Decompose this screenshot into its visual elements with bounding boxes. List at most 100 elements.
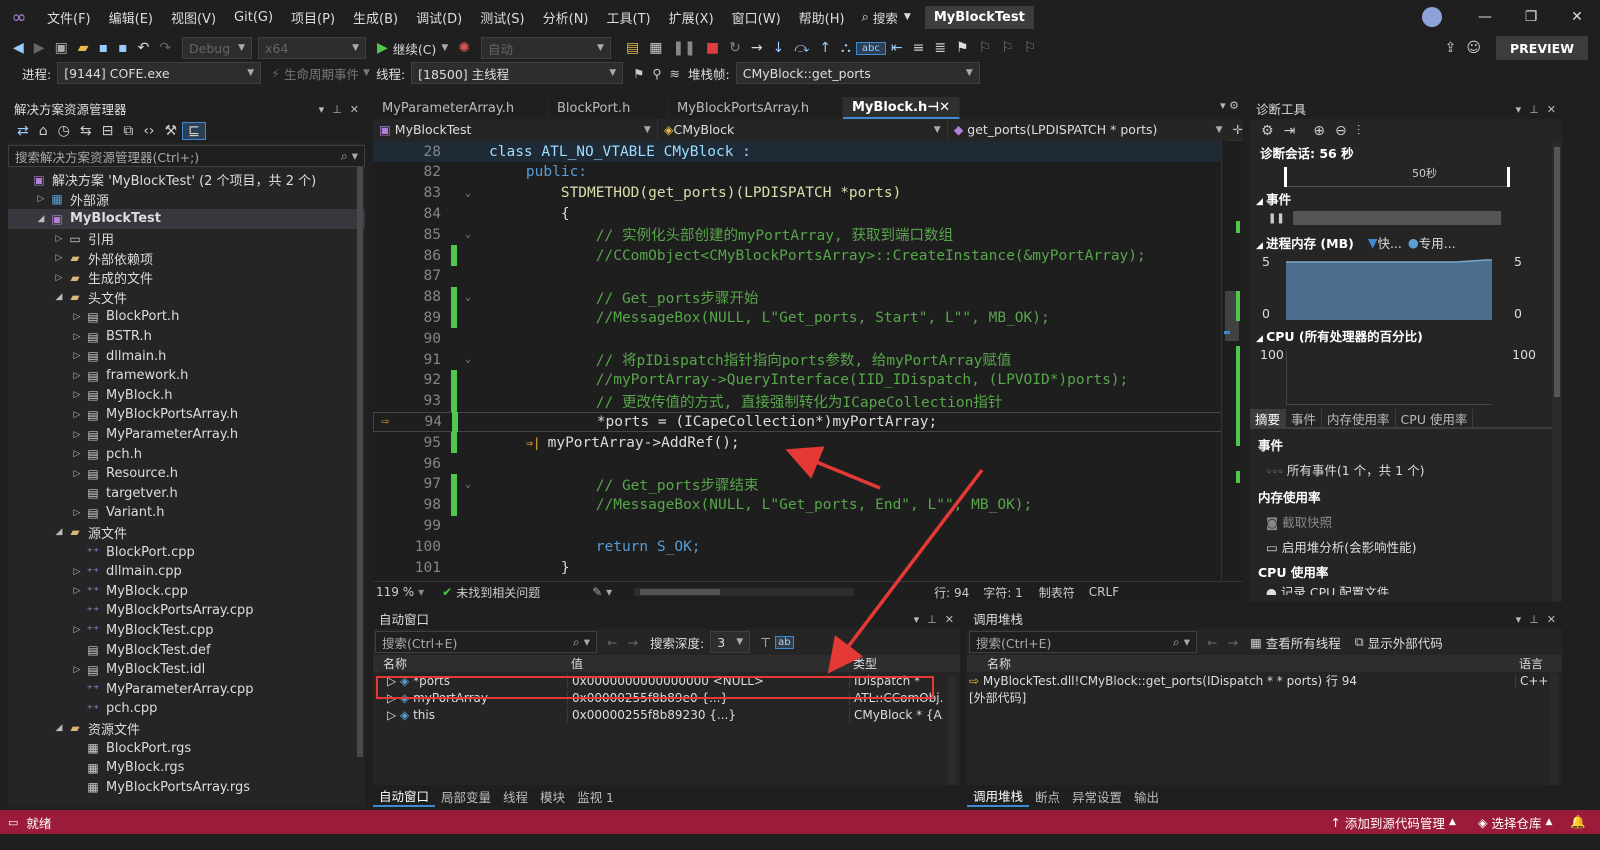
editor-scrollbar[interactable]	[1221, 141, 1243, 581]
expand-arrow-icon[interactable]: ◢	[52, 292, 66, 302]
panel-tab[interactable]: 断点	[1029, 787, 1066, 806]
config-dropdown[interactable]: Debug ▼	[182, 37, 253, 59]
menu-item[interactable]: 扩展(X)	[660, 8, 723, 27]
horizontal-scrollbar[interactable]	[634, 588, 855, 596]
editor-tab[interactable]: MyBlockPortsArray.h	[668, 97, 843, 119]
expand-arrow-icon[interactable]: ◢	[34, 214, 48, 224]
issues-status[interactable]: 未找到相关问题	[456, 584, 540, 601]
spell-check-icon[interactable]: abc	[855, 41, 886, 55]
code-line[interactable]: 95 ⇒| myPortArray->AddRef();	[373, 432, 1243, 454]
back-icon[interactable]: ◀	[8, 40, 29, 56]
settings-icon[interactable]: ⚙	[1256, 123, 1279, 139]
code-line[interactable]: 96	[373, 453, 1243, 474]
add-to-source-control[interactable]: 添加到源代码管理	[1345, 813, 1445, 832]
tree-item[interactable]: ▷ ▤ MyBlock.h	[8, 386, 365, 406]
tree-item[interactable]: ⁺⁺ MyParameterArray.cpp	[8, 679, 365, 699]
step-out-icon[interactable]: ↑	[814, 40, 836, 56]
restart-icon[interactable]: ↻	[724, 40, 746, 56]
tree-item[interactable]: ▷ ▤ Variant.h	[8, 503, 365, 523]
close-icon[interactable]: ✕	[939, 100, 950, 115]
pin-icon[interactable]: ⊣	[927, 100, 939, 115]
collapse-icon[interactable]: ◢	[1256, 241, 1266, 251]
stop-icon[interactable]: ■	[701, 40, 724, 56]
tree-item[interactable]: ▷ ▤ Resource.h	[8, 464, 365, 484]
diag-tab[interactable]: CPU 使用率	[1396, 408, 1474, 428]
close-icon[interactable]: ✕	[1547, 103, 1556, 116]
menu-item[interactable]: 项目(P)	[282, 8, 344, 27]
search-box[interactable]: ⌕ 搜索 ▼	[862, 8, 911, 27]
close-icon[interactable]: ✕	[1554, 9, 1600, 25]
lifecycle-events[interactable]: 生命周期事件	[284, 64, 359, 83]
code-line[interactable]: 91 ⌄ // 将pIDispatch指针指向ports参数, 给myPortAr…	[373, 349, 1243, 370]
tab-overflow-icon[interactable]: ▾ ⚙	[1220, 99, 1239, 112]
show-all-icon[interactable]: ⧉	[118, 123, 138, 139]
hot-reload-icon[interactable]: ✺	[453, 40, 475, 56]
tab-mode[interactable]: 制表符	[1039, 584, 1075, 601]
flag-icon[interactable]: ⚑	[633, 66, 644, 81]
collapse-icon[interactable]: ⊟	[97, 123, 119, 139]
menu-item[interactable]: 视图(V)	[162, 8, 225, 27]
panel-tab[interactable]: 监视 1	[571, 787, 620, 806]
expand-arrow-icon[interactable]: ▷	[70, 665, 84, 675]
tree-item[interactable]: ▷ ▤ BSTR.h	[8, 327, 365, 347]
expand-arrow-icon[interactable]: ▷	[70, 371, 84, 381]
editor-tab[interactable]: MyParameterArray.h	[373, 97, 548, 119]
redo-icon[interactable]: ↷	[154, 40, 176, 56]
panel-tab[interactable]: 自动窗口	[373, 786, 436, 807]
close-icon[interactable]: ✕	[350, 103, 359, 116]
zoom-out-icon[interactable]: ⊖	[1330, 123, 1352, 139]
code-view-icon[interactable]: ‹›	[138, 123, 159, 139]
variable-value[interactable]: 0x00000255f8b89230 {...}	[567, 707, 849, 722]
zoom-in-icon[interactable]: ⊕	[1308, 123, 1330, 139]
callstack-row[interactable]: ⇨ MyBlockTest.dll!CMyBlock::get_ports(ID…	[967, 672, 1562, 689]
expand-arrow-icon[interactable]: ▷	[387, 708, 400, 722]
menu-item[interactable]: 帮助(H)	[790, 8, 854, 27]
brush-icon[interactable]: ✎ ▾	[592, 585, 612, 599]
reset-zoom-icon[interactable]: ⫶	[1352, 123, 1366, 139]
tree-item[interactable]: ▷ ▤ pch.h	[8, 444, 365, 464]
chevron-down-icon[interactable]: ▾	[1516, 103, 1522, 116]
expand-arrow-icon[interactable]: ▷	[34, 194, 48, 204]
close-icon[interactable]: ✕	[945, 613, 954, 626]
menu-item[interactable]: 工具(T)	[598, 8, 660, 27]
tree-item[interactable]: ▤ targetver.h	[8, 484, 365, 504]
avatar[interactable]	[1422, 7, 1442, 27]
open-folder-icon[interactable]: ▰	[73, 40, 94, 56]
tree-item[interactable]: ▷ ▰ 生成的文件	[8, 268, 365, 288]
expand-arrow-icon[interactable]: ▷	[70, 390, 84, 400]
autos-search-input[interactable]: 搜索(Ctrl+E) ⌕ ▾	[375, 631, 597, 653]
expand-arrow-icon[interactable]: ▷	[70, 625, 84, 635]
menu-item[interactable]: 分析(N)	[534, 8, 598, 27]
tree-item[interactable]: ▷ ▦ 外部源	[8, 190, 365, 210]
chevron-down-icon[interactable]: ▾	[914, 613, 920, 626]
expand-arrow-icon[interactable]: ▷	[70, 469, 84, 479]
properties-icon[interactable]: ⚒	[160, 123, 183, 139]
next-bookmark-icon[interactable]: ⚐	[996, 40, 1019, 56]
show-external-code-button[interactable]: 显示外部代码	[1368, 633, 1443, 652]
new-item-icon[interactable]: ▣	[50, 40, 73, 56]
expand-arrow-icon[interactable]: ▷	[70, 430, 84, 440]
tree-item[interactable]: ▷ ▤ MyBlockTest.idl	[8, 660, 365, 680]
platform-dropdown[interactable]: x64 ▼	[258, 37, 367, 59]
eol-mode[interactable]: CRLF	[1089, 585, 1119, 599]
feedback-icon[interactable]: ☺	[1461, 40, 1486, 56]
code-line[interactable]: 85 ⌄ // 实例化头部创建的myPortArray, 获取到端口数组	[373, 224, 1243, 245]
tree-item[interactable]: ⁺⁺ MyBlockPortsArray.cpp	[8, 601, 365, 621]
prev-bookmark-icon[interactable]: ⚐	[974, 40, 997, 56]
expand-arrow-icon[interactable]: ▷	[70, 449, 84, 459]
record-cpu-button[interactable]: ● 记录 CPU 配置文件	[1258, 585, 1554, 595]
undo-icon[interactable]: ↶	[133, 40, 155, 56]
step-over-icon[interactable]: ⤼	[789, 40, 814, 56]
heap-profiling-button[interactable]: ▭ 启用堆分析(会影响性能)	[1258, 535, 1554, 560]
expand-arrow-icon[interactable]: ▷	[70, 410, 84, 420]
preview-selected-icon[interactable]: ⊑	[182, 122, 206, 140]
scrollbar[interactable]	[1550, 675, 1558, 785]
menu-item[interactable]: 文件(F)	[38, 8, 100, 27]
pause-icon[interactable]: ❚❚	[1268, 213, 1285, 224]
tree-item[interactable]: ▷ ▭ 引用	[8, 229, 365, 249]
panel-tab[interactable]: 调用堆栈	[967, 786, 1030, 807]
back-icon[interactable]: ←	[1207, 635, 1217, 650]
bookmark-icon[interactable]: ⚑	[951, 40, 974, 56]
pin-icon[interactable]: ⊥	[332, 103, 342, 116]
menu-item[interactable]: 测试(S)	[471, 8, 533, 27]
